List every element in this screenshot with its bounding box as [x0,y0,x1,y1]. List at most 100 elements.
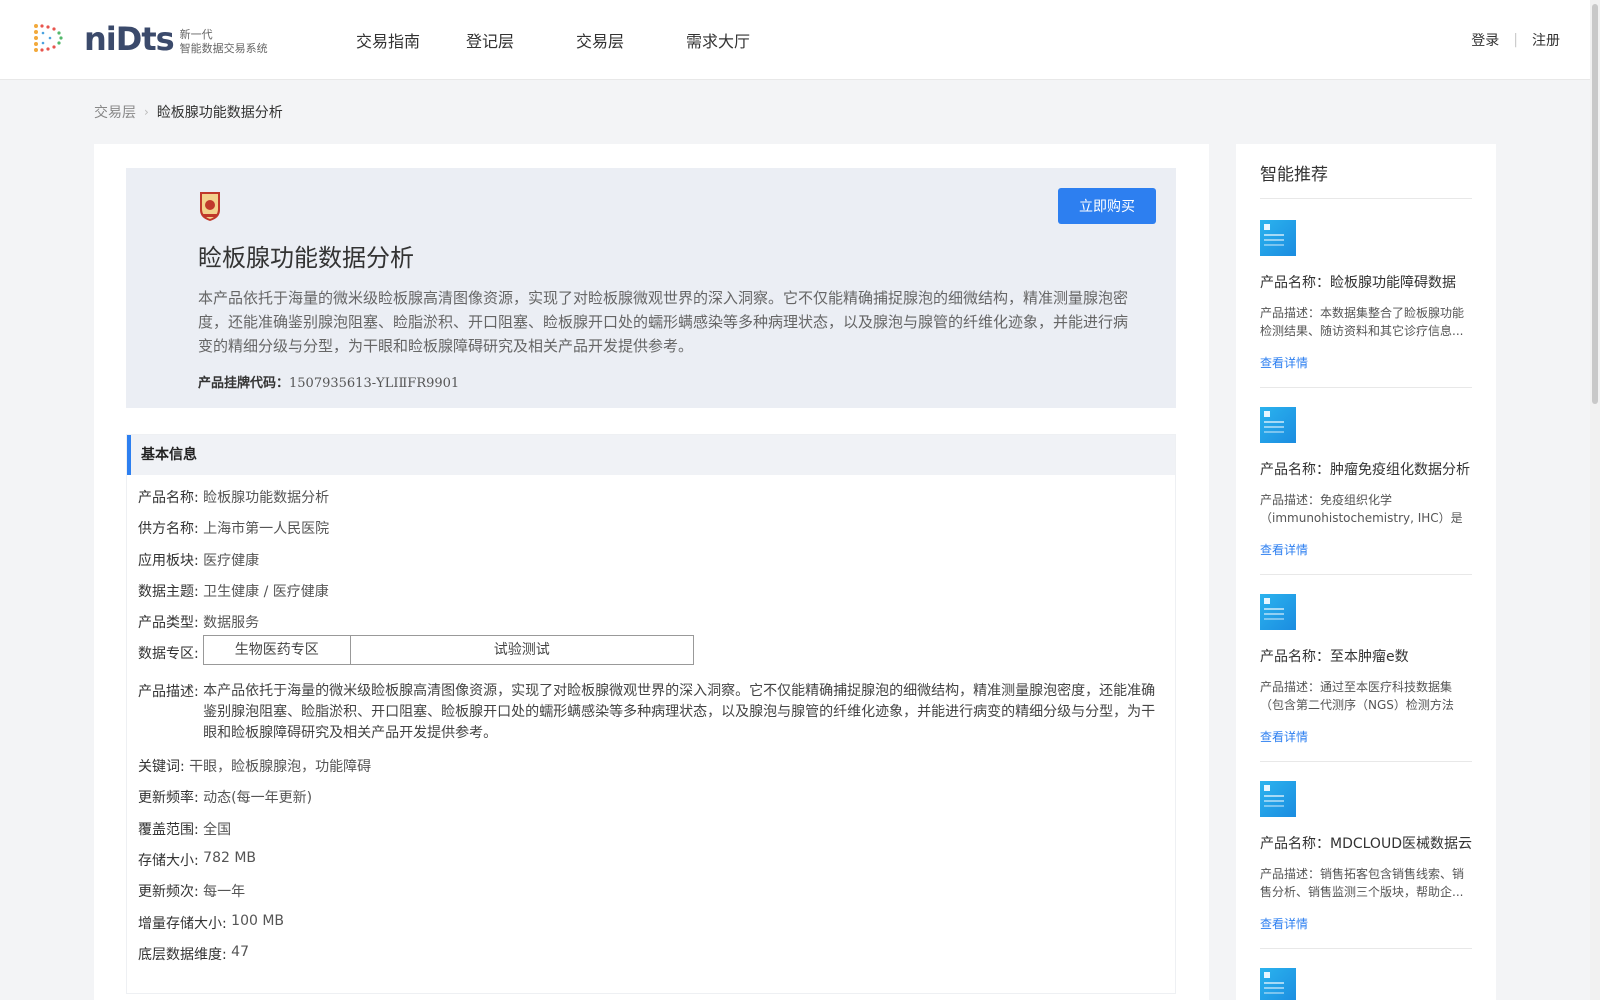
logo-subtitle: 新一代 智能数据交易系统 [180,22,268,56]
product-title: 睑板腺功能数据分析 [198,244,414,272]
info-row-keywords: 关键词: 干眼，睑板腺腺泡，功能障碍 [138,756,371,776]
hospital-emblem-icon [198,190,222,222]
info-key: 产品类型: [138,615,199,631]
view-details-link[interactable]: 查看详情 [1260,728,1472,745]
info-value: 上海市第一人民医院 [203,521,330,537]
card-divider [1260,387,1472,388]
breadcrumb: 交易层 › 睑板腺功能数据分析 [94,102,283,122]
zone-cell-trial: 试验测试 [493,642,550,658]
page-scrollbar[interactable] [1590,0,1600,1000]
info-row-supplier: 供方名称: 上海市第一人民医院 [138,518,329,538]
login-link[interactable]: 登录 [1471,30,1499,50]
info-value: 全国 [203,822,232,838]
nav-item-demand-hall[interactable]: 需求大厅 [686,28,796,52]
auth-divider: | [1513,32,1518,48]
view-details-link[interactable]: 查看详情 [1260,541,1472,558]
info-key: 底层数据维度: [138,947,227,963]
auth-links: 登录 | 注册 [1471,30,1560,50]
recommendation-desc: 产品描述：本数据集整合了睑板腺功能检测结果、随访资料和其它诊疗信息... [1260,306,1465,338]
info-value: 睑板腺功能数据分析 [203,490,330,506]
product-thumbnail-icon[interactable] [1260,594,1296,630]
sidebar-divider [1260,198,1472,199]
info-row-storage-size: 存储大小: 782 MB [138,850,256,870]
product-summary: 本产品依托于海量的微米级睑板腺高清图像资源，实现了对睑板腺微观世界的深入洞察。它… [198,289,1129,355]
product-thumbnail-icon[interactable] [1260,220,1296,256]
register-link[interactable]: 注册 [1532,30,1560,50]
info-row-product-type: 产品类型: 数据服务 [138,612,259,632]
info-key: 数据专区: [138,646,199,662]
info-row-dimension: 底层数据维度: 47 [138,944,249,964]
info-key: 数据主题: [138,584,199,600]
info-row-update-times: 更新频次: 每一年 [138,881,245,901]
chevron-right-icon: › [144,105,149,119]
info-key: 增量存储大小: [138,916,227,932]
info-value: 动态(每一年更新) [203,790,313,806]
info-value: 782 MB [203,850,257,866]
logo-wordmark: niDts [84,20,175,58]
logo-mark-icon [30,20,68,58]
scrollbar-thumb[interactable] [1592,4,1598,404]
recommendation-desc: 产品描述：销售拓客包含销售线索、销售分析、销售监测三个版块，帮助企... [1260,867,1465,899]
breadcrumb-parent[interactable]: 交易层 [94,102,136,122]
sidebar-title: 智能推荐 [1260,165,1328,185]
view-details-link[interactable]: 查看详情 [1260,354,1472,371]
data-zone-table: 生物医药专区 试验测试 [202,635,694,665]
basic-info-section: 基本信息 产品名称: 睑板腺功能数据分析 供方名称: 上海市第一人民医院 应用板… [126,434,1176,994]
info-value: 干眼，睑板腺腺泡，功能障碍 [189,759,372,775]
basic-info-heading: 基本信息 [127,435,1175,475]
logo-sub-line-1: 新一代 [179,28,213,41]
info-row-product-name: 产品名称: 睑板腺功能数据分析 [138,487,329,507]
info-key: 存储大小: [138,853,199,869]
info-row-incremental-size: 增量存储大小: 100 MB [138,913,284,933]
product-thumbnail-icon[interactable] [1260,968,1296,1000]
product-thumbnail-icon[interactable] [1260,407,1296,443]
recommendation-name[interactable]: 产品名称：至本肿瘤e数 [1260,646,1472,666]
recommendation-card: 产品名称：睑板腺功能障碍数据 产品描述：本数据集整合了睑板腺功能检测结果、随访资… [1260,220,1472,388]
recommendation-card [1260,968,1472,1000]
nav-item-guide[interactable]: 交易指南 [356,28,466,52]
card-divider [1260,761,1472,762]
recommendation-name[interactable]: 产品名称：MDCLOUD医械数据云-销售 [1260,833,1472,853]
info-value: 本产品依托于海量的微米级睑板腺高清图像资源，实现了对睑板腺微观世界的深入洞察。它… [203,683,1156,741]
info-key: 更新频次: [138,884,199,900]
info-value: 每一年 [203,884,246,900]
zone-cell-biomed: 生物医药专区 [204,636,351,664]
info-value: 卫生健康 / 医疗健康 [203,584,329,600]
recommendation-name[interactable]: 产品名称：肿瘤免疫组化数据分析 [1260,459,1472,479]
listing-code-value: 1507935613-YLIⅡFR9901 [289,376,460,391]
nav-item-trading[interactable]: 交易层 [576,28,686,52]
info-key: 供方名称: [138,521,199,537]
product-hero: 睑板腺功能数据分析 本产品依托于海量的微米级睑板腺高清图像资源，实现了对睑板腺微… [126,168,1176,408]
card-divider [1260,948,1472,949]
info-value: 数据服务 [203,615,260,631]
info-row-sector: 应用板块: 医疗健康 [138,550,259,570]
card-divider [1260,574,1472,575]
recommendation-name[interactable]: 产品名称：睑板腺功能障碍数据 [1260,272,1472,292]
nav-item-registry[interactable]: 登记层 [466,28,576,52]
info-row-theme: 数据主题: 卫生健康 / 医疗健康 [138,581,329,601]
info-row-data-zone: 数据专区: 生物医药专区 试验测试 [138,635,694,665]
info-key: 应用板块: [138,553,199,569]
info-key: 覆盖范围: [138,822,199,838]
logo-sub-line-2: 智能数据交易系统 [179,42,268,55]
recommendation-desc: 产品描述：通过至本医疗科技数据集（包含第二代测序（NGS）检测方法检... [1260,680,1454,712]
info-value: 47 [231,944,249,960]
recommendation-card: 产品名称：MDCLOUD医械数据云-销售 产品描述：销售拓客包含销售线索、销售分… [1260,781,1472,949]
recommendation-card: 产品名称：肿瘤免疫组化数据分析 产品描述：免疫组织化学（immunohistoc… [1260,407,1472,575]
view-details-link[interactable]: 查看详情 [1260,915,1472,932]
breadcrumb-current: 睑板腺功能数据分析 [156,105,283,121]
top-navbar: niDts 新一代 智能数据交易系统 交易指南 登记层 交易层 需求大厅 登录 … [0,0,1600,80]
info-row-description: 产品描述: 本产品依托于海量的微米级睑板腺高清图像资源，实现了对睑板腺微观世界的… [138,681,1163,744]
listing-code-label: 产品挂牌代码： [198,376,290,391]
info-key: 关键词: [138,759,185,775]
info-key: 产品名称: [138,490,199,506]
logo[interactable]: niDts 新一代 智能数据交易系统 [30,20,268,58]
info-key: 更新频率: [138,790,199,806]
product-thumbnail-icon[interactable] [1260,781,1296,817]
info-key: 产品描述: [138,684,199,700]
recommendation-sidebar: 智能推荐 产品名称：睑板腺功能障碍数据 产品描述：本数据集整合了睑板腺功能检测结… [1236,144,1496,1000]
buy-now-button[interactable]: 立即购买 [1058,188,1156,224]
product-detail-card: 睑板腺功能数据分析 本产品依托于海量的微米级睑板腺高清图像资源，实现了对睑板腺微… [94,144,1209,1000]
main-nav: 交易指南 登记层 交易层 需求大厅 [356,0,796,80]
info-row-update-frequency: 更新频率: 动态(每一年更新) [138,787,312,807]
